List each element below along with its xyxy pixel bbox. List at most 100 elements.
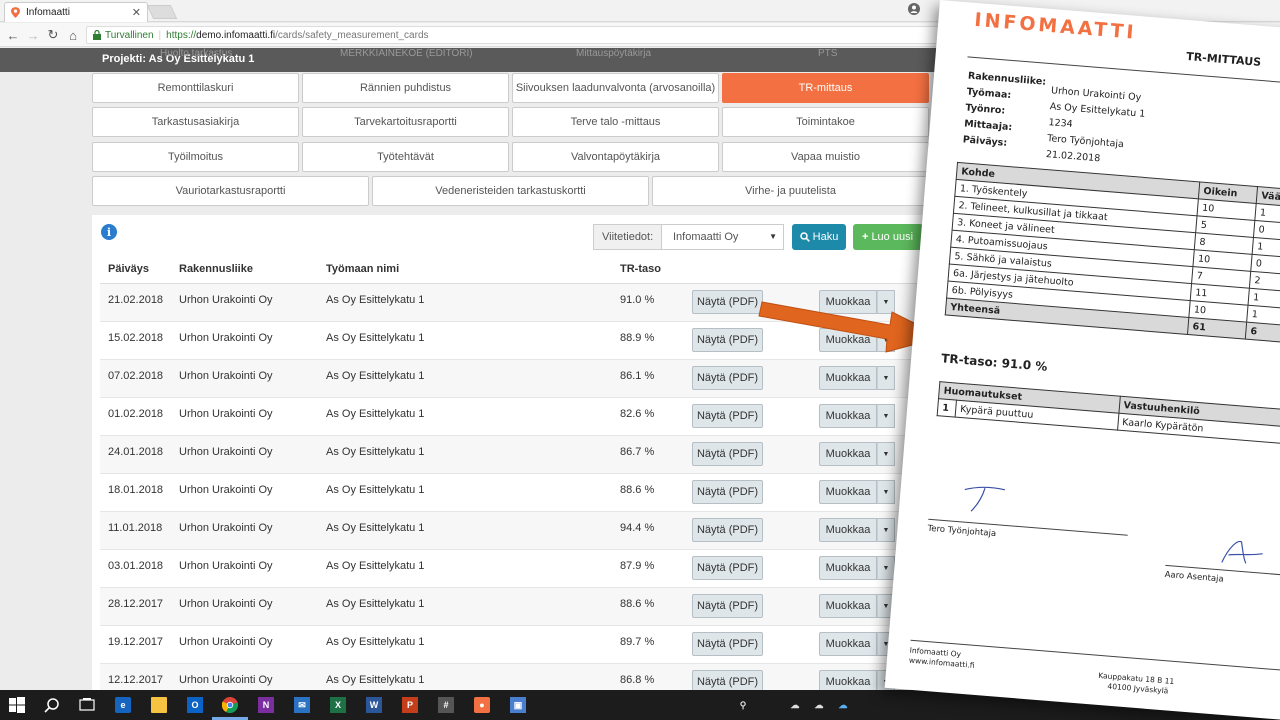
view-pdf-button[interactable]: Näytä (PDF)	[692, 480, 763, 504]
card-button-tyoilmoitus[interactable]: Työilmoitus	[92, 142, 299, 172]
forward-arrow-icon[interactable]: →	[26, 28, 40, 43]
info-icon[interactable]: i	[101, 224, 117, 240]
view-pdf-button[interactable]: Näytä (PDF)	[692, 518, 763, 542]
edit-button[interactable]: Muokkaa	[819, 290, 877, 314]
secure-label: Turvallinen	[105, 29, 154, 41]
view-pdf-button[interactable]: Näytä (PDF)	[692, 556, 763, 580]
cloud-icon[interactable]: ☁	[811, 697, 827, 713]
card-button-remonttilaskuri[interactable]: Remonttilaskuri	[92, 73, 299, 103]
secure-indicator[interactable]: Turvallinen	[93, 30, 154, 41]
cell-company: Urhon Urakointi Oy	[179, 446, 273, 458]
search-button-label: Haku	[812, 231, 839, 243]
profile-icon[interactable]	[908, 3, 920, 15]
cell-company: Urhon Urakointi Oy	[179, 598, 273, 610]
edit-button[interactable]: Muokkaa	[819, 366, 877, 390]
card-button-toimintakoe[interactable]: Toimintakoe	[722, 107, 929, 137]
task-view-icon[interactable]	[79, 697, 95, 713]
search-icon[interactable]	[44, 697, 60, 713]
view-pdf-button[interactable]: Näytä (PDF)	[692, 670, 763, 690]
infomaatti-app-icon[interactable]: ●	[474, 697, 490, 713]
view-pdf-button[interactable]: Näytä (PDF)	[692, 594, 763, 618]
column-header-company[interactable]: Rakennusliike	[179, 263, 253, 275]
caret-down-icon[interactable]: ▼	[877, 442, 895, 466]
view-pdf-button[interactable]: Näytä (PDF)	[692, 404, 763, 428]
windows-start-icon[interactable]	[9, 697, 25, 713]
card-tab-hidden[interactable]: PTS	[818, 48, 837, 59]
excel-icon[interactable]: X	[330, 697, 346, 713]
card-tab-hidden[interactable]: MERKKIAINEKOE (EDITORI)	[340, 48, 473, 59]
caret-down-icon[interactable]: ▼	[877, 366, 895, 390]
caret-down-icon[interactable]: ▼	[877, 404, 895, 428]
cell-tr-level: 91.0 %	[620, 294, 655, 306]
view-pdf-button[interactable]: Näytä (PDF)	[692, 442, 763, 466]
card-button-terve-talo[interactable]: Terve talo -mittaus	[512, 107, 719, 137]
view-pdf-button[interactable]: Näytä (PDF)	[692, 632, 763, 656]
caret-down-icon[interactable]: ▼	[877, 328, 895, 352]
card-button-vapaa-muistio[interactable]: Vapaa muistio	[722, 142, 929, 172]
reference-select[interactable]: Infomaatti Oy ▼	[661, 224, 784, 250]
card-button-tyotehtavat[interactable]: Työtehtävät	[302, 142, 509, 172]
caret-down-icon: ▼	[769, 232, 777, 241]
powerpoint-icon[interactable]: P	[402, 697, 418, 713]
back-arrow-icon[interactable]: ←	[6, 28, 20, 43]
onedrive-icon[interactable]: ☁	[787, 697, 803, 713]
file-explorer-icon[interactable]	[151, 697, 167, 713]
view-pdf-button[interactable]: Näytä (PDF)	[692, 328, 763, 352]
edit-button[interactable]: Muokkaa	[819, 480, 877, 504]
caret-down-icon[interactable]: ▼	[877, 480, 895, 504]
edge-browser-icon[interactable]: e	[115, 697, 131, 713]
signature-mark	[1221, 540, 1263, 564]
card-button-vauriotarkastusraportti[interactable]: Vauriotarkastusraportti	[92, 176, 369, 206]
edit-button[interactable]: Muokkaa	[819, 328, 877, 352]
home-icon[interactable]: ⌂	[66, 28, 80, 43]
cell-tr-level: 89.7 %	[620, 636, 655, 648]
browser-tab[interactable]: Infomaatti ✕	[4, 2, 148, 22]
caret-down-icon[interactable]: ▼	[877, 290, 895, 314]
column-header-tr-level[interactable]: TR-taso	[620, 263, 661, 275]
edit-button[interactable]: Muokkaa	[819, 594, 877, 618]
close-icon[interactable]: ✕	[132, 6, 141, 19]
card-button-rannien-puhdistus[interactable]: Rännien puhdistus	[302, 73, 509, 103]
mail-icon[interactable]: ✉	[294, 697, 310, 713]
view-pdf-button[interactable]: Näytä (PDF)	[692, 290, 763, 314]
people-icon[interactable]: ⚲	[735, 697, 751, 713]
new-tab-button[interactable]	[146, 5, 178, 19]
reload-icon[interactable]: ↻	[46, 27, 60, 42]
caret-down-icon[interactable]: ▼	[877, 518, 895, 542]
calculator-icon[interactable]: #	[438, 697, 454, 713]
cell-date: 28.12.2017	[108, 598, 164, 610]
cell-date: 11.01.2018	[108, 522, 163, 534]
card-button-tarvekartoitusraportti[interactable]: Tarvekartoitusraportti	[302, 107, 509, 137]
create-new-button[interactable]: + Luo uusi	[853, 224, 923, 250]
word-icon[interactable]: W	[366, 697, 382, 713]
signature-name: Aaro Asentaja	[1164, 569, 1225, 585]
onenote-icon[interactable]: N	[258, 697, 274, 713]
edit-button[interactable]: Muokkaa	[819, 404, 877, 428]
edit-button[interactable]: Muokkaa	[819, 670, 877, 690]
card-tab-hidden[interactable]: Huolto tarkastus	[160, 48, 232, 59]
edit-button[interactable]: Muokkaa	[819, 518, 877, 542]
column-header-date[interactable]: Päiväys	[108, 263, 149, 275]
cell-tr-level: 94.4 %	[620, 522, 655, 534]
card-button-virhe-ja-puutelista[interactable]: Virhe- ja puutelista	[652, 176, 929, 206]
view-pdf-button[interactable]: Näytä (PDF)	[692, 366, 763, 390]
card-button-vedeneristeiden-tarkastuskortti[interactable]: Vedeneristeiden tarkastuskortti	[372, 176, 649, 206]
store-icon[interactable]: ▣	[510, 697, 526, 713]
chrome-icon[interactable]	[222, 697, 238, 713]
card-tab-hidden[interactable]: Mittauspöytäkirja	[576, 48, 651, 59]
edit-button[interactable]: Muokkaa	[819, 632, 877, 656]
card-button-tarkastusasiakirja[interactable]: Tarkastusasiakirja	[92, 107, 299, 137]
edit-button[interactable]: Muokkaa	[819, 556, 877, 580]
card-button-valvontapoytakirja[interactable]: Valvontapöytäkirja	[512, 142, 719, 172]
address-bar[interactable]: Turvallinen | https://demo.infomaatti.fi…	[86, 26, 946, 44]
sync-icon[interactable]: ☁	[835, 697, 851, 713]
caret-down-icon[interactable]: ▼	[877, 556, 895, 580]
card-button-tr-mittaus[interactable]: TR-mittaus	[722, 73, 929, 103]
column-header-site[interactable]: Työmaan nimi	[326, 263, 399, 275]
table-row: 19.12.2017 Urhon Urakointi Oy As Oy Esitte…	[100, 626, 922, 664]
meta-label-job-number: Työnro:	[964, 102, 1006, 117]
card-button-siivouksen-laadunvalvonta[interactable]: Siivouksen laadunvalvonta (arvosanoilla)	[512, 73, 719, 103]
search-button[interactable]: Haku	[792, 224, 846, 250]
edit-button[interactable]: Muokkaa	[819, 442, 877, 466]
outlook-icon[interactable]: O	[187, 697, 203, 713]
